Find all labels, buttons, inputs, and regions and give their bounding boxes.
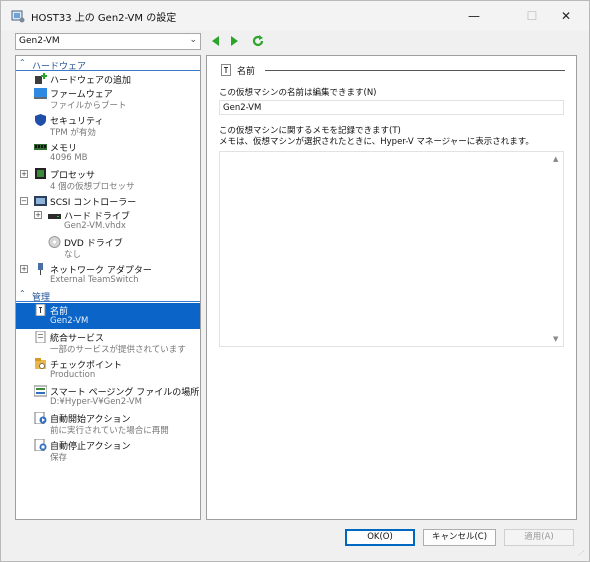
refresh-icon[interactable] bbox=[251, 34, 265, 48]
hardware-section-header[interactable]: ⌃ ハードウェア bbox=[16, 58, 200, 72]
add-hardware-icon bbox=[35, 73, 47, 84]
checkpoint-icon bbox=[35, 358, 46, 369]
tree-item-checkpoint[interactable]: チェックポイント Production bbox=[16, 357, 200, 383]
integration-services-icon bbox=[35, 331, 46, 343]
title-bar[interactable]: HOST33 上の Gen2-VM の設定 — ☐ ✕ bbox=[1, 1, 589, 31]
auto-stop-icon bbox=[34, 439, 47, 451]
collapse-icon[interactable]: − bbox=[20, 197, 28, 205]
name-icon bbox=[35, 304, 46, 316]
settings-tree[interactable]: ⌃ ハードウェア ハードウェアの追加 ファームウェア ファイルからブート セキュ… bbox=[15, 55, 201, 520]
group-divider bbox=[265, 70, 565, 71]
notes-scrollbar[interactable]: ▲ ▼ bbox=[551, 152, 563, 346]
name-icon bbox=[221, 64, 231, 76]
forward-arrow-icon[interactable] bbox=[227, 34, 241, 48]
tree-item-hard-drive[interactable]: + ハード ドライブ Gen2-VM.vhdx bbox=[16, 208, 200, 234]
apply-button[interactable]: 適用(A) bbox=[504, 529, 574, 546]
name-settings-panel: 名前 この仮想マシンの名前は編集できます(N) この仮想マシンに関するメモを記録… bbox=[206, 55, 577, 520]
scroll-down-icon[interactable]: ▼ bbox=[553, 335, 558, 343]
firmware-icon bbox=[34, 88, 47, 99]
tree-item-integration-services[interactable]: 統合サービス 一部のサービスが提供されています bbox=[16, 330, 200, 356]
tree-item-processor[interactable]: + プロセッサ 4 個の仮想プロセッサ bbox=[16, 167, 200, 193]
vm-selector-value: Gen2-VM bbox=[19, 36, 60, 46]
hard-drive-icon bbox=[48, 214, 61, 219]
vm-selector-dropdown[interactable]: Gen2-VM ⌄ bbox=[15, 33, 201, 50]
scsi-controller-icon bbox=[34, 196, 47, 206]
collapse-up-icon[interactable]: ⌃ bbox=[19, 58, 26, 67]
window-title: HOST33 上の Gen2-VM の設定 bbox=[31, 13, 177, 24]
management-section-header[interactable]: ⌃ 管理 bbox=[16, 289, 200, 303]
tree-item-dvd-drive[interactable]: DVD ドライブ なし bbox=[16, 235, 200, 261]
notes-description: メモは、仮想マシンが選択されたときに、Hyper-V マネージャーに表示されます… bbox=[219, 137, 534, 147]
smart-paging-icon bbox=[34, 385, 47, 397]
group-title: 名前 bbox=[237, 67, 256, 77]
back-arrow-icon[interactable] bbox=[209, 34, 223, 48]
tree-item-memory[interactable]: メモリ 4096 MB bbox=[16, 140, 200, 166]
name-group-header: 名前 bbox=[221, 64, 571, 77]
tree-item-smart-paging[interactable]: スマート ページング ファイルの場所 D:¥Hyper-V¥Gen2-VM bbox=[16, 384, 200, 410]
tree-item-security[interactable]: セキュリティ TPM が有効 bbox=[16, 113, 200, 139]
tree-item-auto-start[interactable]: 自動開始アクション 前に実行されていた場合に再開 bbox=[16, 411, 200, 437]
auto-start-icon bbox=[34, 412, 47, 424]
tree-item-firmware[interactable]: ファームウェア ファイルからブート bbox=[16, 86, 200, 112]
vm-name-label: この仮想マシンの名前は編集できます(N) bbox=[219, 88, 377, 98]
memory-icon bbox=[34, 144, 47, 150]
notes-textarea[interactable]: ▲ ▼ bbox=[219, 151, 564, 347]
vm-settings-app-icon bbox=[11, 10, 25, 23]
cancel-button[interactable]: キャンセル(C) bbox=[423, 529, 496, 546]
expand-icon[interactable]: + bbox=[20, 265, 28, 273]
ok-button[interactable]: OK(O) bbox=[345, 529, 415, 546]
network-adapter-icon bbox=[38, 263, 43, 275]
resize-grip-icon[interactable]: ⋰ bbox=[578, 550, 586, 558]
chevron-down-icon: ⌄ bbox=[189, 35, 197, 45]
tree-item-auto-stop[interactable]: 自動停止アクション 保存 bbox=[16, 438, 200, 464]
close-button[interactable]: ✕ bbox=[543, 1, 589, 31]
tree-item-network-adapter[interactable]: + ネットワーク アダプター External TeamSwitch bbox=[16, 262, 200, 288]
settings-window: HOST33 上の Gen2-VM の設定 — ☐ ✕ Gen2-VM ⌄ ⌃ … bbox=[0, 0, 590, 562]
minimize-button[interactable]: — bbox=[451, 1, 497, 31]
shield-icon bbox=[35, 114, 46, 126]
processor-icon bbox=[35, 168, 46, 179]
expand-icon[interactable]: + bbox=[34, 211, 42, 219]
tree-item-name[interactable]: 名前 Gen2-VM bbox=[16, 303, 200, 329]
expand-icon[interactable]: + bbox=[20, 170, 28, 178]
dvd-drive-icon bbox=[48, 236, 61, 248]
scroll-up-icon[interactable]: ▲ bbox=[553, 155, 558, 163]
collapse-up-icon[interactable]: ⌃ bbox=[19, 289, 26, 298]
vm-name-input[interactable] bbox=[219, 100, 564, 115]
